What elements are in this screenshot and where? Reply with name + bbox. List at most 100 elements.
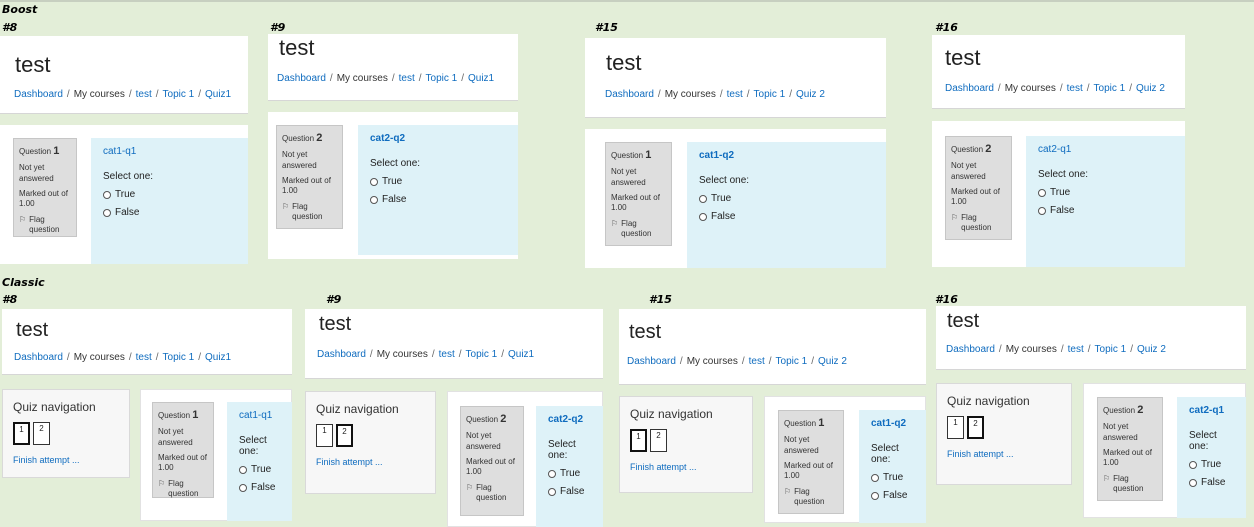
breadcrumb-quiz[interactable]: Quiz1 (205, 352, 231, 363)
breadcrumb-separator: / (155, 89, 159, 100)
breadcrumb-topic[interactable]: Topic 1 (163, 352, 195, 363)
breadcrumb-separator: / (128, 352, 132, 363)
radio-button[interactable] (548, 469, 556, 478)
radio-button[interactable] (239, 483, 247, 492)
quiz-nav-button-2[interactable]: 2 (967, 416, 984, 439)
flag-question-button[interactable]: ⚐ Flag question (1103, 474, 1157, 495)
breadcrumb-course[interactable]: test (1068, 344, 1084, 355)
answer-true[interactable]: True (871, 472, 915, 483)
answer-false[interactable]: False (239, 482, 281, 493)
breadcrumb-quiz[interactable]: Quiz1 (468, 73, 494, 84)
question-info: Question 1 Not yet answered Marked out o… (152, 402, 214, 498)
breadcrumb-course[interactable]: test (749, 356, 765, 367)
radio-button[interactable] (1189, 460, 1197, 469)
breadcrumb-course[interactable]: test (1067, 83, 1083, 94)
breadcrumb-course[interactable]: test (439, 349, 455, 360)
flag-question-button[interactable]: ⚐ Flag question (466, 483, 518, 504)
breadcrumb-topic[interactable]: Topic 1 (426, 73, 458, 84)
finish-attempt-link[interactable]: Finish attempt ... (13, 455, 119, 465)
radio-button[interactable] (1038, 188, 1046, 197)
question-number: 2 (500, 413, 507, 425)
breadcrumb-dashboard[interactable]: Dashboard (317, 349, 366, 360)
breadcrumb-quiz[interactable]: Quiz 2 (796, 89, 825, 100)
answer-true[interactable]: True (548, 468, 592, 479)
radio-button[interactable] (103, 208, 111, 217)
breadcrumb-topic[interactable]: Topic 1 (1095, 344, 1127, 355)
radio-button[interactable] (699, 194, 707, 203)
answer-false[interactable]: False (871, 490, 915, 501)
answer-true[interactable]: True (1189, 459, 1235, 470)
answer-false[interactable]: False (699, 211, 874, 222)
radio-button[interactable] (370, 177, 378, 186)
breadcrumb-topic[interactable]: Topic 1 (1094, 83, 1126, 94)
answer-false[interactable]: False (103, 207, 236, 218)
question-status: Not yet answered (466, 431, 501, 451)
radio-button[interactable] (871, 473, 879, 482)
radio-button[interactable] (103, 190, 111, 199)
radio-button[interactable] (370, 195, 378, 204)
breadcrumb-dashboard[interactable]: Dashboard (605, 89, 654, 100)
breadcrumb-dashboard[interactable]: Dashboard (627, 356, 676, 367)
flag-question-button[interactable]: ⚐ Flag question (951, 213, 1006, 234)
breadcrumb-topic[interactable]: Topic 1 (163, 89, 195, 100)
breadcrumb-dashboard[interactable]: Dashboard (945, 83, 994, 94)
breadcrumb-topic[interactable]: Topic 1 (754, 89, 786, 100)
finish-attempt-link[interactable]: Finish attempt ... (947, 449, 1061, 459)
answer-false[interactable]: False (370, 194, 506, 205)
breadcrumb-separator: / (746, 89, 750, 100)
breadcrumb: Dashboard / My courses / test / Topic 1/Quiz1 (317, 349, 534, 360)
answer-true[interactable]: True (103, 189, 236, 200)
quiz-nav-button-2[interactable]: 2 (650, 429, 667, 452)
page-title: test (606, 50, 642, 75)
radio-button[interactable] (548, 487, 556, 496)
flag-icon: ⚐ (611, 218, 619, 228)
breadcrumb-quiz[interactable]: Quiz1 (508, 349, 534, 360)
breadcrumb-course[interactable]: test (136, 352, 152, 363)
answer-true[interactable]: True (1038, 187, 1173, 198)
flag-question-button[interactable]: ⚐ Flag question (158, 479, 208, 500)
breadcrumb-dashboard[interactable]: Dashboard (946, 344, 995, 355)
breadcrumb-topic[interactable]: Topic 1 (466, 349, 498, 360)
breadcrumb-my-courses: My courses (73, 89, 125, 100)
answer-true[interactable]: True (239, 464, 281, 475)
finish-attempt-link[interactable]: Finish attempt ... (630, 462, 742, 472)
quiz-nav-button-1[interactable]: 1 (630, 429, 647, 452)
answer-false[interactable]: False (1189, 477, 1235, 488)
quiz-nav-button-1[interactable]: 1 (13, 422, 30, 445)
breadcrumb-dashboard[interactable]: Dashboard (14, 89, 63, 100)
breadcrumb-course[interactable]: test (136, 89, 152, 100)
radio-button[interactable] (1038, 206, 1046, 215)
breadcrumb-dashboard[interactable]: Dashboard (14, 352, 63, 363)
boost-panel-16: test Dashboard / My courses / test / Topic 1/Q… (932, 35, 1185, 267)
breadcrumb-quiz[interactable]: Quiz1 (205, 89, 231, 100)
breadcrumb-quiz[interactable]: Quiz 2 (1136, 83, 1165, 94)
flag-question-button[interactable]: ⚐ Flag question (282, 202, 337, 223)
radio-button[interactable] (871, 491, 879, 500)
breadcrumb-course[interactable]: test (727, 89, 743, 100)
breadcrumb-quiz[interactable]: Quiz 2 (818, 356, 847, 367)
boost-label: Boost (2, 3, 38, 16)
radio-button[interactable] (699, 212, 707, 221)
radio-button[interactable] (239, 465, 247, 474)
breadcrumb-dashboard[interactable]: Dashboard (277, 73, 326, 84)
breadcrumb-separator: / (128, 89, 132, 100)
answer-false[interactable]: False (548, 486, 592, 497)
flag-question-button[interactable]: ⚐ Flag question (611, 219, 666, 240)
quiz-nav-button-2[interactable]: 2 (33, 422, 50, 445)
flag-question-button[interactable]: ⚐ Flag question (19, 215, 71, 236)
quiz-nav-button-2[interactable]: 2 (336, 424, 353, 447)
breadcrumb-separator: / (391, 73, 395, 84)
breadcrumb-quiz[interactable]: Quiz 2 (1137, 344, 1166, 355)
flag-question-button[interactable]: ⚐ Flag question (784, 487, 838, 508)
breadcrumb-course[interactable]: test (399, 73, 415, 84)
quiz-nav-button-1[interactable]: 1 (947, 416, 964, 439)
answer-true[interactable]: True (699, 193, 874, 204)
answer-false[interactable]: False (1038, 205, 1173, 216)
breadcrumb-topic[interactable]: Topic 1 (776, 356, 808, 367)
radio-button[interactable] (1189, 478, 1197, 487)
quiz-navigation-block: Quiz navigation 1 2 Finish attempt ... (305, 391, 436, 494)
finish-attempt-link[interactable]: Finish attempt ... (316, 457, 425, 467)
page-title: test (629, 321, 662, 343)
quiz-nav-button-1[interactable]: 1 (316, 424, 333, 447)
answer-true[interactable]: True (370, 176, 506, 187)
